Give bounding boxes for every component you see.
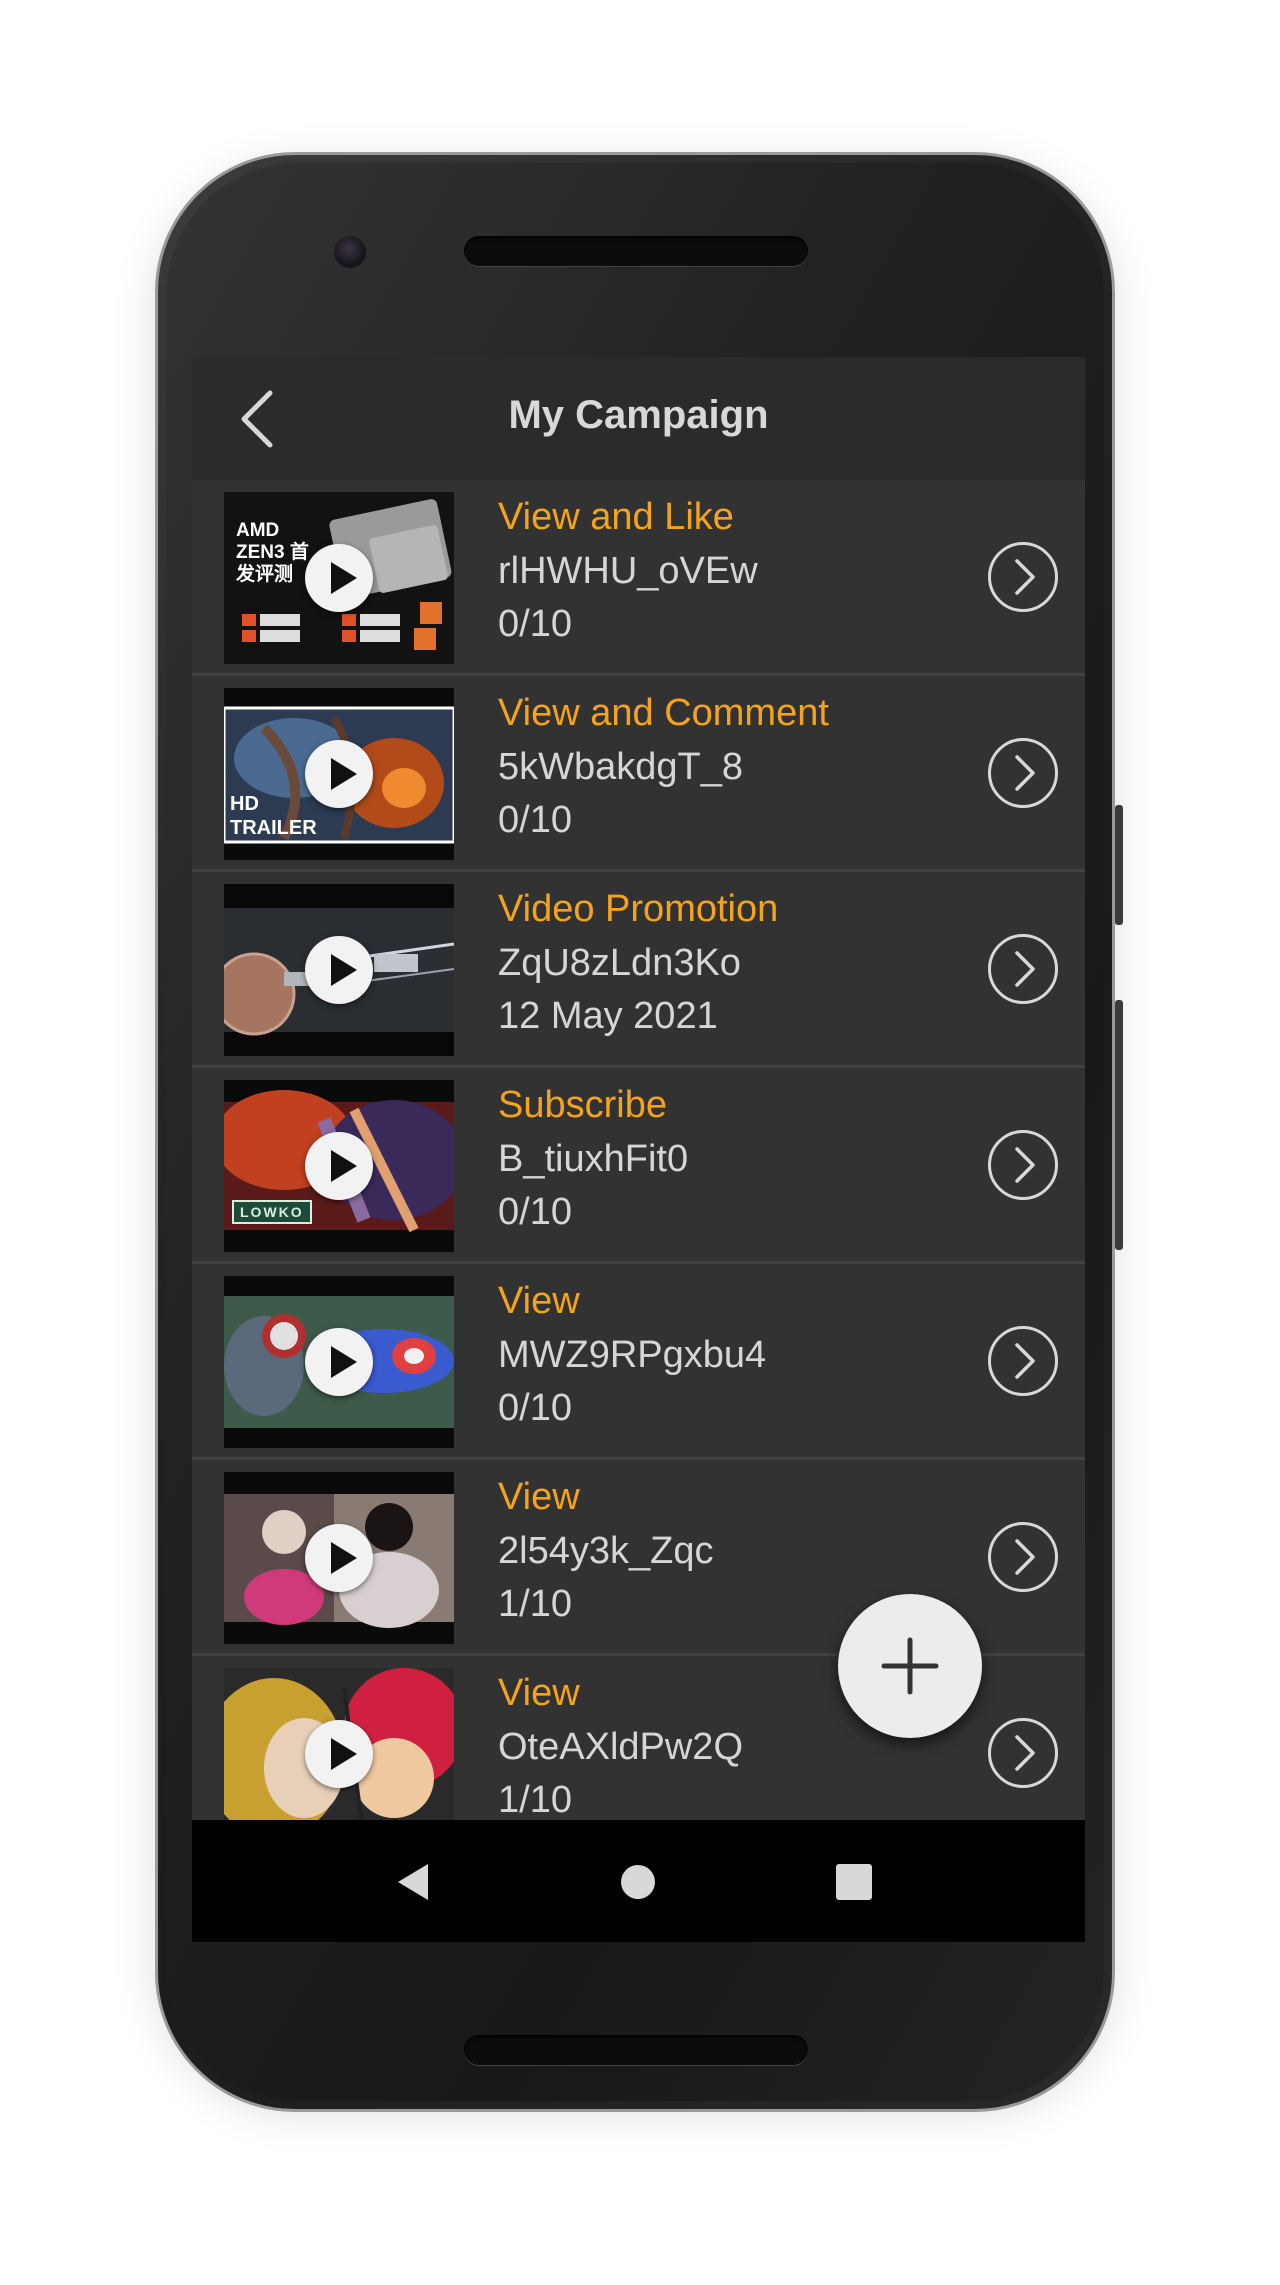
chevron-right-icon [1015,1343,1035,1379]
video-id: MWZ9RPgxbu4 [498,1334,767,1376]
system-nav-bar [192,1820,1085,1942]
nav-recents-button[interactable] [822,1850,886,1914]
campaign-progress: 1/10 [498,1779,572,1820]
play-button[interactable] [305,1132,373,1200]
open-campaign-button[interactable] [988,1130,1058,1200]
campaign-progress: 0/10 [498,603,572,645]
play-button[interactable] [305,1328,373,1396]
play-icon [331,954,357,986]
open-campaign-button[interactable] [988,1522,1058,1592]
video-thumbnail[interactable]: HD TRAILER [224,688,454,860]
video-thumbnail[interactable] [224,884,454,1056]
video-id: B_tiuxhFit0 [498,1138,689,1180]
video-id: rlHWHU_oVEw [498,550,758,592]
campaign-progress: 0/10 [498,1387,572,1429]
app-bar: My Campaign [192,357,1085,480]
video-id: 2l54y3k_Zqc [498,1530,714,1572]
circle-home-icon [621,1865,655,1899]
nav-back-button[interactable] [382,1850,446,1914]
video-id: OteAXldPw2Q [498,1726,743,1768]
open-campaign-button[interactable] [988,1718,1058,1788]
chevron-right-icon [1015,1147,1035,1183]
campaign-row[interactable]: AMD ZEN3 首发评测 View and Like rlHWHU_oVEw … [192,480,1085,676]
bottom-speaker [464,2035,808,2065]
thumbnail-caption: HD TRAILER [230,793,317,839]
video-id: ZqU8zLdn3Ko [498,942,741,984]
campaign-type: View [498,1476,580,1518]
screen: My Campaign AMD ZEN3 首发评测 View and Like … [192,357,1085,1942]
open-campaign-button[interactable] [988,542,1058,612]
add-campaign-button[interactable] [838,1594,982,1738]
campaign-type: View and Like [498,496,734,538]
open-campaign-button[interactable] [988,738,1058,808]
campaign-type: Video Promotion [498,888,779,930]
play-icon [331,1346,357,1378]
campaign-date: 12 May 2021 [498,995,718,1037]
plus-icon [881,1637,939,1695]
open-campaign-button[interactable] [988,1326,1058,1396]
play-icon [331,562,357,594]
campaign-row[interactable]: LOWKO Subscribe B_tiuxhFit0 0/10 [192,1068,1085,1264]
triangle-back-icon [398,1864,428,1900]
play-icon [331,1150,357,1182]
campaign-progress: 1/10 [498,1583,572,1625]
chevron-right-icon [1015,1539,1035,1575]
video-thumbnail[interactable] [224,1276,454,1448]
front-camera [334,236,366,268]
chevron-right-icon [1015,1735,1035,1771]
video-id: 5kWbakdgT_8 [498,746,744,788]
chevron-right-icon [1015,951,1035,987]
campaign-type: Subscribe [498,1084,667,1126]
campaign-progress: 0/10 [498,799,572,841]
video-thumbnail[interactable]: AMD ZEN3 首发评测 [224,492,454,664]
page-title: My Campaign [508,393,769,437]
campaign-progress: 0/10 [498,1191,572,1233]
play-button[interactable] [305,936,373,1004]
open-campaign-button[interactable] [988,934,1058,1004]
campaign-type: View [498,1280,580,1322]
square-recents-icon [836,1864,872,1900]
video-thumbnail[interactable]: LOWKO [224,1080,454,1252]
video-thumbnail[interactable] [224,1472,454,1644]
video-thumbnail[interactable] [224,1668,454,1820]
play-icon [331,1542,357,1574]
campaign-type: View and Comment [498,692,829,734]
chevron-right-icon [1015,559,1035,595]
play-icon [331,1738,357,1770]
campaign-type: View [498,1672,580,1714]
play-button[interactable] [305,1720,373,1788]
top-speaker [464,236,808,266]
play-icon [331,758,357,790]
play-button[interactable] [305,1524,373,1592]
power-button [1115,805,1123,925]
volume-button [1115,1000,1123,1250]
campaign-row[interactable]: HD TRAILER View and Comment 5kWbakdgT_8 … [192,676,1085,872]
play-button[interactable] [305,740,373,808]
nav-home-button[interactable] [606,1850,670,1914]
thumbnail-caption: LOWKO [232,1200,312,1224]
chevron-right-icon [1015,755,1035,791]
campaign-row[interactable]: Video Promotion ZqU8zLdn3Ko 12 May 2021 [192,872,1085,1068]
play-button[interactable] [305,544,373,612]
campaign-row[interactable]: View MWZ9RPgxbu4 0/10 [192,1264,1085,1460]
